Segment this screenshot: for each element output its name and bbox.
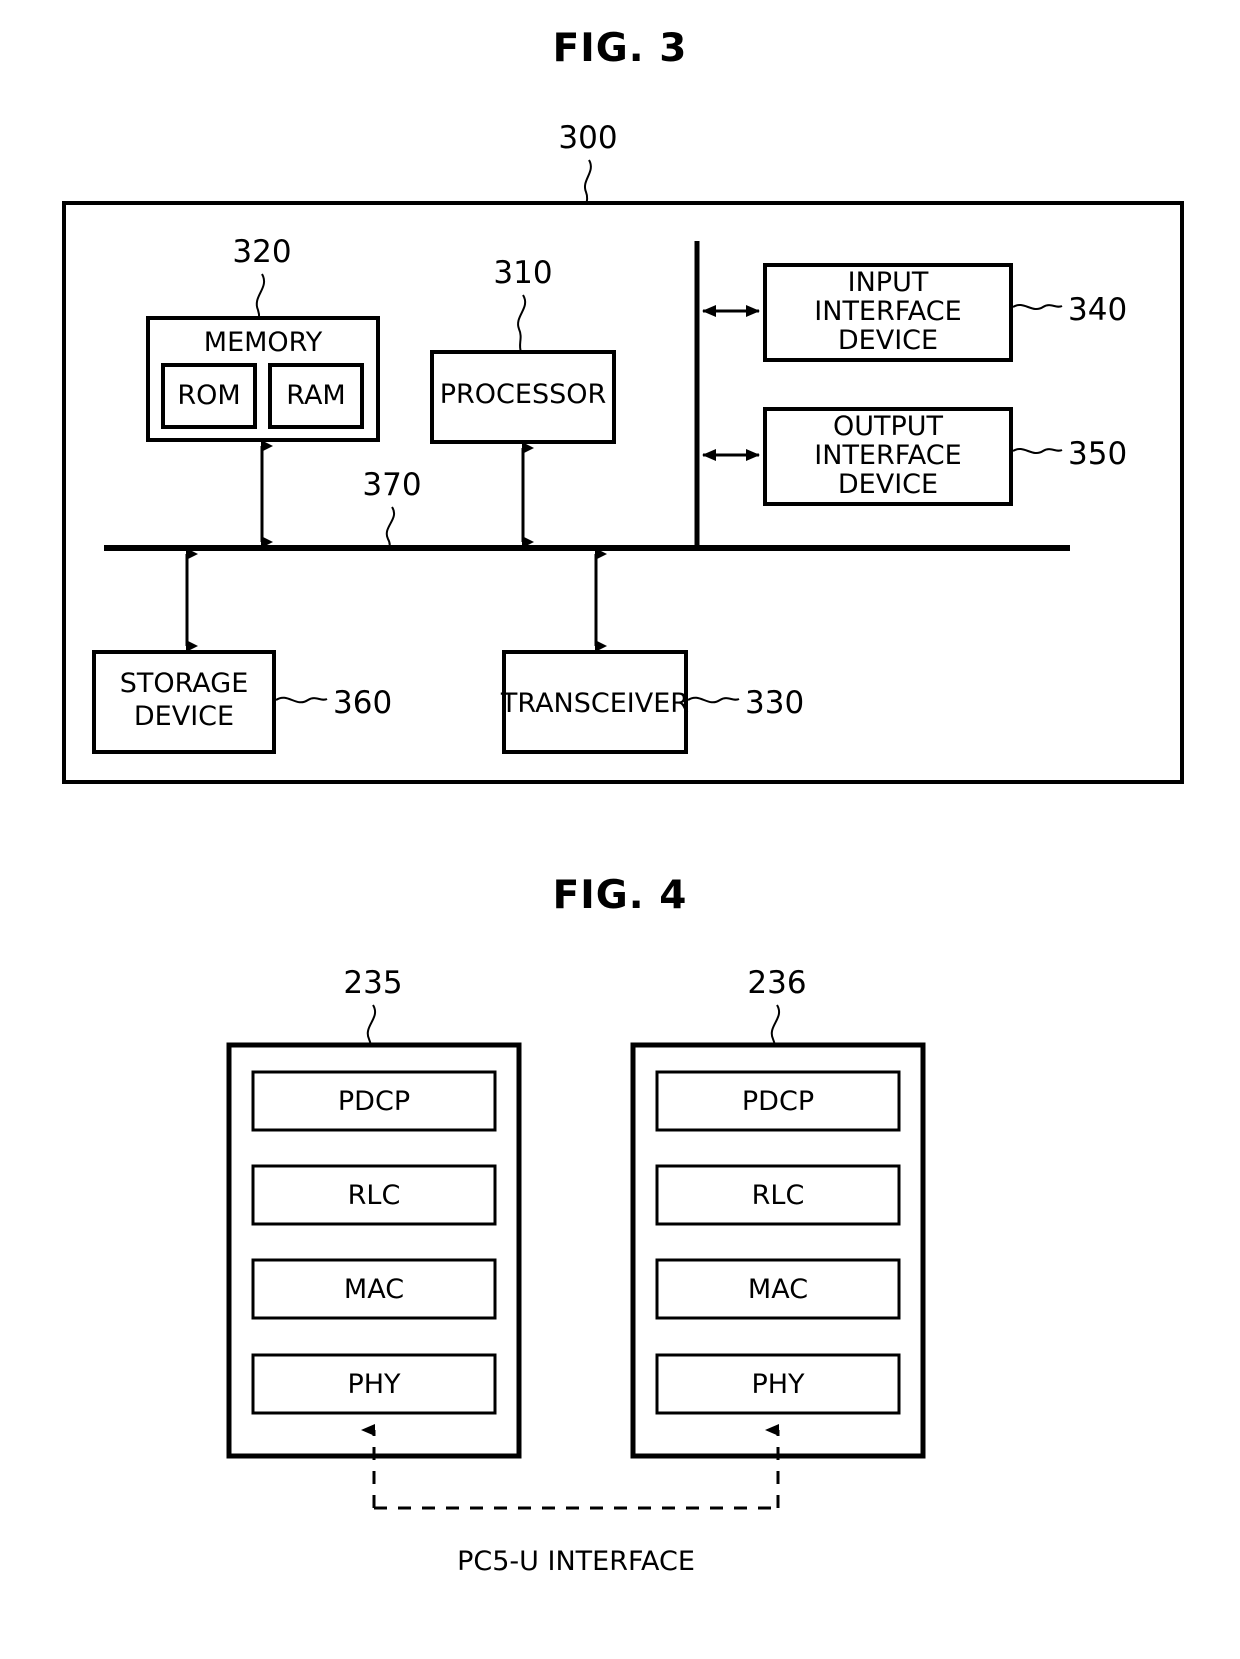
left-layer-pdcp-label: PDCP — [338, 1086, 410, 1117]
rom-label: ROM — [177, 380, 240, 411]
ref-330: 330 — [745, 685, 804, 721]
left-layer-phy-label: PHY — [347, 1369, 401, 1400]
output-interface-line2: INTERFACE — [814, 440, 961, 471]
ram-label: RAM — [286, 380, 345, 411]
ref-310: 310 — [493, 255, 552, 291]
right-layer-phy-label: PHY — [751, 1369, 805, 1400]
ref-236: 236 — [747, 965, 806, 1001]
left-layer-rlc-label: RLC — [348, 1180, 401, 1211]
processor-label: PROCESSOR — [440, 379, 607, 410]
input-interface-line3: DEVICE — [838, 325, 938, 356]
input-interface-line1: INPUT — [848, 267, 929, 298]
output-interface-line1: OUTPUT — [833, 411, 944, 442]
ref-300: 300 — [558, 120, 617, 156]
right-layer-rlc-label: RLC — [752, 1180, 805, 1211]
storage-device-line2: DEVICE — [134, 701, 234, 732]
patent-figure-sheet: 300 320 MEMORY ROM RAM 310 PROCESSOR INP… — [62, 120, 1184, 1577]
input-interface-line2: INTERFACE — [814, 296, 961, 327]
right-layer-pdcp-label: PDCP — [742, 1086, 814, 1117]
storage-device-line1: STORAGE — [120, 668, 249, 699]
ref-350: 350 — [1068, 436, 1127, 472]
pc5u-interface-label: PC5-U INTERFACE — [457, 1546, 695, 1577]
ref-320: 320 — [232, 234, 291, 270]
ref-360: 360 — [333, 685, 392, 721]
memory-label: MEMORY — [204, 327, 323, 358]
ref-340: 340 — [1068, 292, 1127, 328]
right-layer-mac-label: MAC — [748, 1274, 808, 1305]
ref-370: 370 — [362, 467, 421, 503]
ref-235: 235 — [343, 965, 402, 1001]
output-interface-line3: DEVICE — [838, 469, 938, 500]
transceiver-label: TRANSCEIVER — [500, 688, 689, 719]
left-layer-mac-label: MAC — [344, 1274, 404, 1305]
